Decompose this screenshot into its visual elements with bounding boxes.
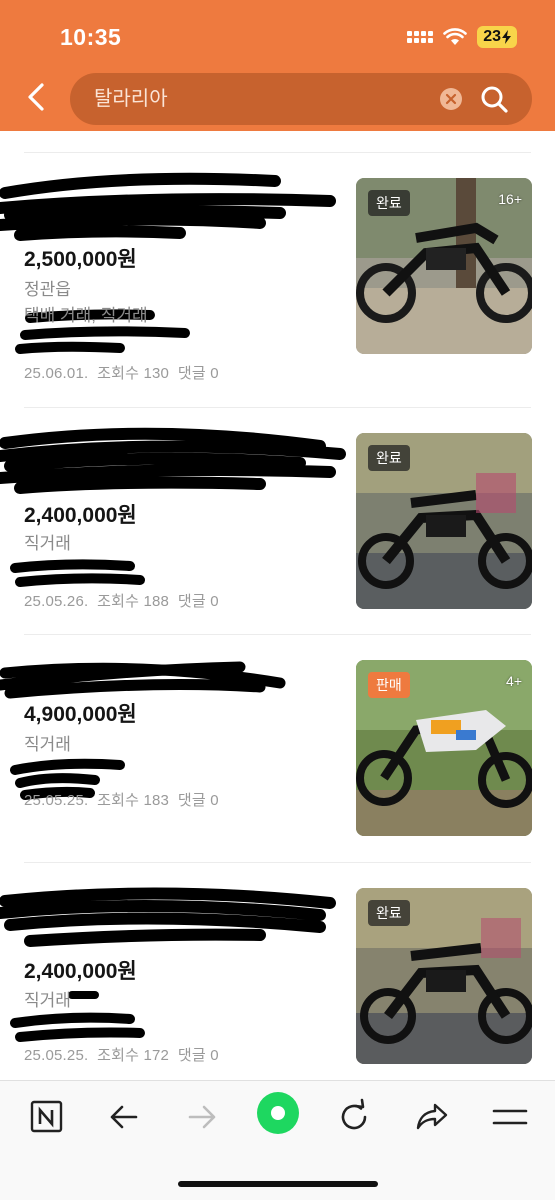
close-icon [445,93,457,105]
photo-count: 4+ [506,673,522,689]
listing-meta: 25.05.25. 조회수 172 댓글 0 [24,1044,219,1065]
listing-thumbnail[interactable]: 완료 [356,888,532,1064]
battery-indicator: 23 [477,26,517,48]
status-icons: 23 [407,26,517,48]
clear-search-button[interactable] [440,88,462,110]
status-badge: 완료 [368,445,410,471]
listing-thumbnail[interactable]: 판매 4+ [356,660,532,836]
listing-trade-type: 직거래 [24,735,71,754]
status-badge: 판매 [368,672,410,698]
listing-trade-type: 직거래 [24,534,71,553]
hamburger-menu-icon [492,1109,528,1125]
refresh-button[interactable] [332,1095,376,1139]
listing-price: 2,400,000원 [24,960,137,983]
listing-thumbnail[interactable]: 완료 [356,433,532,609]
cellular-signal-icon [407,31,434,43]
listing-date: 25.05.26. [24,593,89,610]
listing-date: 25.06.01. [24,365,89,382]
listing-meta: 25.06.01. 조회수 130 댓글 0 [24,362,219,383]
search-button[interactable] [480,85,508,113]
menu-button[interactable] [488,1095,532,1139]
app-screen: 10:35 23 탈라리아 2,500,000원 정관읍 택배 거래, 직거래 … [0,0,555,1200]
naver-n-icon [30,1100,63,1133]
search-input[interactable] [94,73,434,125]
listing-price: 2,400,000원 [24,504,137,527]
arrow-left-icon [110,1105,138,1129]
forward-nav-button[interactable] [180,1095,224,1139]
naver-home-button[interactable] [24,1095,68,1139]
status-badge: 완료 [368,190,410,216]
status-badge: 완료 [368,900,410,926]
search-bar[interactable] [70,73,532,125]
listing-views: 조회수 188 [97,593,170,610]
listing-meta: 25.05.26. 조회수 188 댓글 0 [24,590,219,611]
listing-views: 조회수 183 [97,792,170,809]
listing-comments: 댓글 0 [177,792,219,809]
listing-thumbnail[interactable]: 완료 16+ [356,178,532,354]
listing-date: 25.05.25. [24,792,89,809]
status-time: 10:35 [60,24,122,50]
back-nav-button[interactable] [102,1095,146,1139]
listing-meta: 25.05.25. 조회수 183 댓글 0 [24,789,219,810]
listing-comments: 댓글 0 [177,593,219,610]
listing-views: 조회수 130 [97,365,170,382]
back-button[interactable] [20,80,54,114]
charging-bolt-icon [502,30,511,44]
search-icon [481,86,508,113]
listing-price: 4,900,000원 [24,703,137,726]
listing-location: 정관읍 [24,280,71,299]
share-button[interactable] [410,1095,454,1139]
listing-trade-type: 직거래 [24,991,71,1010]
header-bar: 10:35 23 [0,0,555,131]
chevron-left-icon [28,83,44,111]
photo-count: 16+ [498,191,522,207]
share-icon [416,1103,448,1130]
home-indicator [178,1181,378,1187]
listing-price: 2,500,000원 [24,248,137,271]
listing-comments: 댓글 0 [177,365,219,382]
listing-date: 25.05.25. [24,1047,89,1064]
refresh-icon [341,1098,367,1130]
listing-views: 조회수 172 [97,1047,170,1064]
listing-comments: 댓글 0 [177,1047,219,1064]
green-dot-button[interactable] [256,1091,300,1135]
battery-level: 23 [483,28,501,45]
green-dot-icon [257,1092,299,1134]
wifi-icon [443,28,468,45]
arrow-right-icon [188,1105,216,1129]
listing-trade-type: 택배 거래, 직거래 [24,306,148,325]
